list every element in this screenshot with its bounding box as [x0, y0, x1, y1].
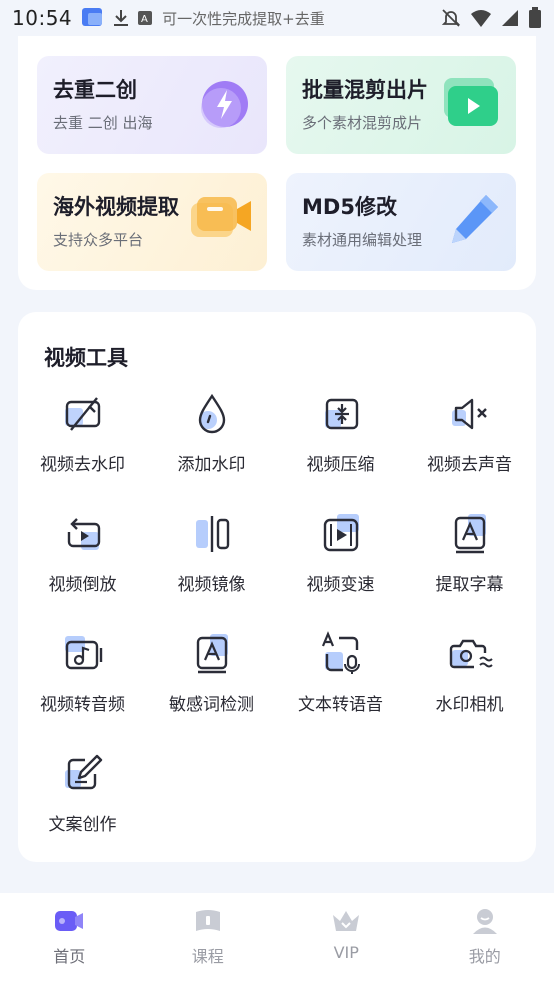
- video-remove-watermark-icon: [64, 397, 100, 431]
- status-bar: 10:54 A 可一次性完成提取+去重: [0, 0, 554, 36]
- tool-compress[interactable]: 视频压缩: [276, 390, 405, 500]
- tool-label: 视频镜像: [177, 575, 246, 595]
- translate-icon: A: [138, 11, 153, 25]
- feature-batch-mix-tile[interactable]: 批量混剪出片 多个素材混剪成片: [286, 56, 516, 154]
- app-notification-icon: [82, 8, 103, 26]
- tool-label: 视频去水印: [40, 455, 125, 475]
- tool-watermark-camera[interactable]: 水印相机: [405, 630, 534, 740]
- tool-label: 水印相机: [435, 695, 504, 715]
- mute-speaker-icon: [451, 398, 487, 430]
- water-drop-icon: [198, 393, 225, 434]
- pencil-icon: [452, 195, 498, 243]
- tool-label: 视频倒放: [48, 575, 117, 595]
- tool-label: 添加水印: [177, 455, 246, 475]
- tool-extract-subtitle[interactable]: 提取字幕: [405, 510, 534, 620]
- tool-mirror[interactable]: 视频镜像: [147, 510, 276, 620]
- signal-icon: [502, 10, 518, 26]
- tool-text-to-speech[interactable]: 文本转语音: [276, 630, 405, 740]
- tool-label: 视频压缩: [306, 455, 375, 475]
- tool-label: 视频去声音: [427, 455, 512, 475]
- nav-course[interactable]: 课程: [139, 893, 278, 986]
- tool-label: 视频变速: [306, 575, 375, 595]
- tool-sensitive-words[interactable]: 敏感词检测: [147, 630, 276, 740]
- home-video-icon: [55, 911, 84, 931]
- tool-copywriting[interactable]: 文案创作: [18, 750, 147, 860]
- lightning-icon: [201, 81, 248, 128]
- video-play-icon: [444, 78, 498, 126]
- notification-icons: A 可一次性完成提取+去重: [80, 5, 325, 31]
- bell-off-icon: [441, 9, 461, 27]
- tool-speed[interactable]: 视频变速: [276, 510, 405, 620]
- nav-label: VIP: [333, 943, 359, 962]
- video-camera-icon: [191, 197, 251, 237]
- camera-icon: [449, 639, 493, 669]
- text-to-speech-icon: [321, 631, 360, 674]
- bottom-nav: 首页 课程 VIP 我的: [0, 893, 554, 986]
- feature-md5-tile[interactable]: MD5修改 素材通用编辑处理: [286, 173, 516, 271]
- feature-card: 去重二创 去重 二创 出海 批量混剪出片 多个素材混剪成片 海外视频提取 支持众…: [18, 36, 536, 290]
- course-book-icon: [195, 910, 220, 931]
- system-icons: [440, 7, 542, 29]
- nav-profile[interactable]: 我的: [416, 893, 554, 986]
- nav-label: 我的: [468, 947, 501, 966]
- tool-mute[interactable]: 视频去声音: [405, 390, 534, 500]
- svg-text:A: A: [141, 14, 148, 25]
- vip-crown-icon: [333, 911, 360, 931]
- tool-reverse[interactable]: 视频倒放: [18, 510, 147, 620]
- tool-label: 文本转语音: [298, 695, 383, 715]
- tool-label: 敏感词检测: [169, 695, 254, 715]
- notification-text: 可一次性完成提取+去重: [162, 9, 325, 28]
- video-tools-card: 视频工具 视频去水印 添加水印 视频压缩 视频去声音 视频倒放 视频镜像 视频变…: [18, 312, 536, 862]
- tool-video-to-audio[interactable]: 视频转音频: [18, 630, 147, 740]
- feature-dedupe-tile[interactable]: 去重二创 去重 二创 出海: [37, 56, 267, 154]
- sensitive-word-icon: [196, 634, 228, 674]
- mirror-icon: [195, 516, 229, 552]
- video-audio-icon: [64, 636, 102, 670]
- profile-icon: [472, 909, 497, 934]
- subtitle-icon: [454, 514, 486, 554]
- compress-icon: [324, 398, 358, 430]
- nav-label: 课程: [191, 947, 224, 966]
- status-time: 10:54: [12, 6, 73, 30]
- nav-home[interactable]: 首页: [0, 893, 139, 986]
- nav-vip[interactable]: VIP: [277, 893, 416, 986]
- rewind-icon: [67, 518, 100, 550]
- tool-label: 文案创作: [48, 815, 117, 835]
- download-icon: [114, 10, 129, 26]
- tool-remove-watermark[interactable]: 视频去水印: [18, 390, 147, 500]
- battery-icon: [529, 7, 541, 28]
- tool-add-watermark[interactable]: 添加水印: [147, 390, 276, 500]
- nav-label: 首页: [53, 947, 86, 966]
- section-title: 视频工具: [44, 346, 128, 370]
- tool-label: 提取字幕: [435, 575, 504, 595]
- feature-overseas-extract-tile[interactable]: 海外视频提取 支持众多平台: [37, 173, 267, 271]
- copywriting-icon: [64, 754, 102, 790]
- film-speed-icon: [323, 514, 359, 552]
- wifi-icon: [471, 10, 491, 27]
- tool-label: 视频转音频: [40, 695, 125, 715]
